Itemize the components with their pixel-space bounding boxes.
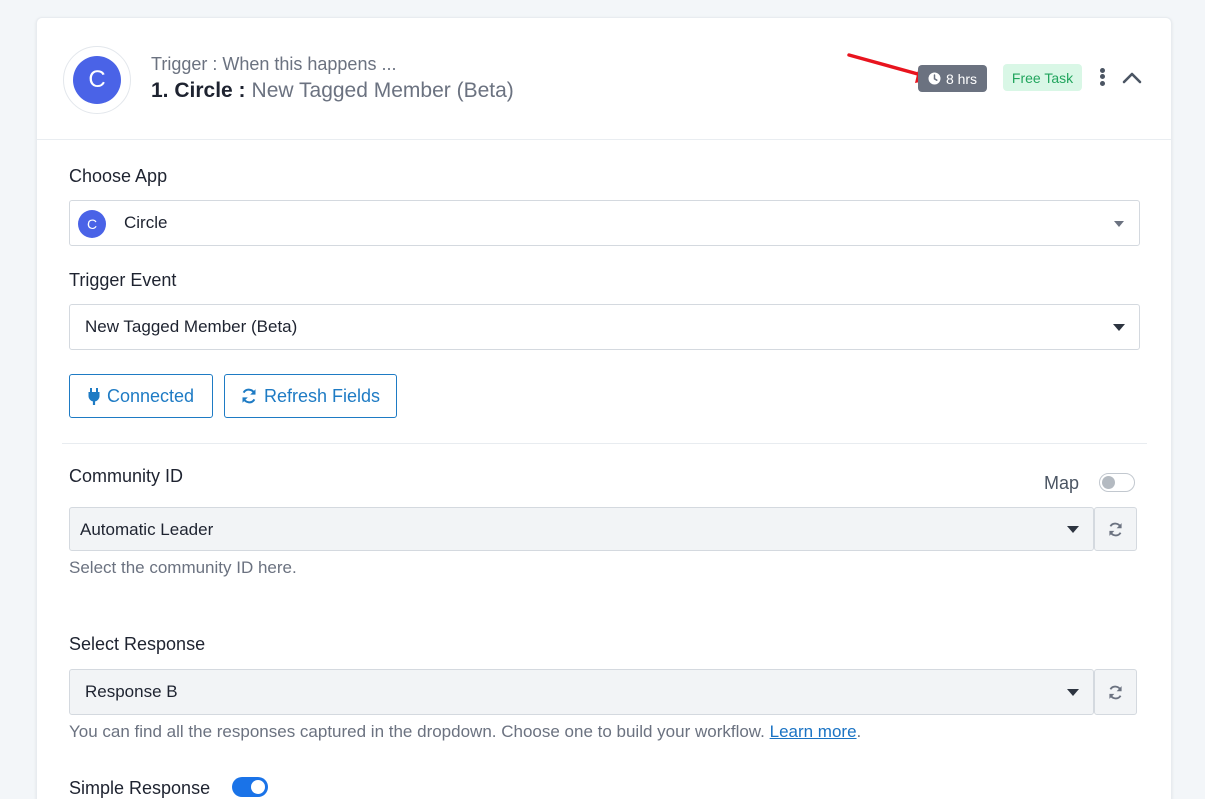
map-toggle[interactable] <box>1099 473 1135 492</box>
trigger-label: Trigger : When this happens ... <box>151 54 397 74</box>
chevron-down-icon <box>1067 689 1079 696</box>
simple-response-label: Simple Response <box>69 778 211 798</box>
simple-response-toggle[interactable] <box>232 777 268 797</box>
help-suffix: . <box>856 722 862 741</box>
trigger-header[interactable]: C Trigger : When this happens ... 1. Cir… <box>37 18 1171 140</box>
step-title: 1. Circle : New Tagged Member (Beta) <box>151 79 514 103</box>
refresh-fields-button[interactable]: Refresh Fields <box>224 374 397 418</box>
select-response-label: Select Response <box>69 634 206 654</box>
connected-button[interactable]: Connected <box>69 374 213 418</box>
circle-app-logo: C <box>73 56 121 104</box>
step-prefix: 1. Circle : <box>151 79 246 102</box>
step-event: New Tagged Member (Beta) <box>251 79 514 102</box>
chevron-up-icon[interactable] <box>1121 68 1143 86</box>
choose-app-label: Choose App <box>69 166 168 186</box>
community-refresh-button[interactable] <box>1094 507 1137 551</box>
community-id-label: Community ID <box>69 466 184 486</box>
choose-app-select[interactable]: C Circle <box>69 200 1140 246</box>
community-id-select[interactable]: Automatic Leader <box>69 507 1094 551</box>
response-refresh-button[interactable] <box>1094 669 1137 715</box>
trigger-event-select[interactable]: New Tagged Member (Beta) <box>69 304 1140 350</box>
refresh-fields-button-label: Refresh Fields <box>263 385 381 406</box>
community-id-help: Select the community ID here. <box>69 558 297 577</box>
trigger-event-value: New Tagged Member (Beta) <box>85 317 298 336</box>
trigger-card: C Trigger : When this happens ... 1. Cir… <box>36 17 1172 799</box>
time-badge: 8 hrs <box>918 65 987 92</box>
time-badge-label: 8 hrs <box>945 70 978 87</box>
more-options-icon[interactable] <box>1095 66 1109 90</box>
connected-button-label: Connected <box>106 385 195 406</box>
plug-icon <box>88 387 100 405</box>
refresh-icon <box>1109 685 1122 699</box>
chevron-down-icon <box>1114 221 1124 227</box>
section-divider <box>62 443 1147 444</box>
trigger-event-label: Trigger Event <box>69 270 177 290</box>
circle-app-mini-logo: C <box>78 210 106 238</box>
chevron-down-icon <box>1067 526 1079 533</box>
clock-icon <box>928 72 941 85</box>
community-id-value: Automatic Leader <box>80 520 214 539</box>
select-response-select[interactable]: Response B <box>69 669 1094 715</box>
choose-app-value: Circle <box>124 213 168 232</box>
chevron-down-icon <box>1113 324 1125 331</box>
learn-more-link[interactable]: Learn more <box>770 722 857 741</box>
map-label: Map <box>1044 473 1080 493</box>
refresh-icon <box>1109 522 1122 536</box>
app-logo-ring: C <box>63 46 131 114</box>
select-response-help: You can find all the responses captured … <box>69 722 861 742</box>
select-response-help-text: You can find all the responses captured … <box>69 722 765 741</box>
refresh-icon <box>242 388 256 404</box>
select-response-value: Response B <box>85 682 178 701</box>
free-task-badge: Free Task <box>1003 64 1082 91</box>
